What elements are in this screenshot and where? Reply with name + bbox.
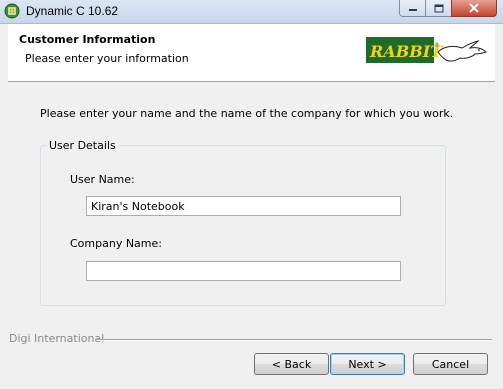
close-button[interactable] xyxy=(451,0,497,17)
user-name-field[interactable] xyxy=(86,196,401,216)
page-title: Customer Information xyxy=(19,33,156,46)
company-name-label: Company Name: xyxy=(70,237,162,250)
user-name-label: User Name: xyxy=(70,173,135,186)
company-name-field[interactable] xyxy=(86,261,401,281)
cancel-button[interactable]: Cancel xyxy=(413,353,488,375)
wizard-header: Customer Information Please enter your i… xyxy=(8,24,495,82)
window-title: Dynamic C 10.62 xyxy=(26,4,119,18)
next-button[interactable]: Next > xyxy=(330,353,405,375)
svg-text:®: ® xyxy=(434,42,440,49)
footer-divider xyxy=(97,339,492,341)
intro-text: Please enter your name and the name of t… xyxy=(40,107,454,120)
minimize-icon xyxy=(408,9,417,11)
page-subtitle: Please enter your information xyxy=(25,52,189,65)
svg-text:RABBIT: RABBIT xyxy=(369,42,443,61)
group-label: User Details xyxy=(46,139,119,152)
minimize-button[interactable] xyxy=(399,0,426,17)
maximize-button[interactable] xyxy=(425,0,452,17)
maximize-icon xyxy=(434,4,443,12)
brand-label: Digi International xyxy=(9,332,105,345)
installer-window: Dynamic C 10.62 Customer Information Ple… xyxy=(0,0,503,389)
title-bar[interactable]: Dynamic C 10.62 xyxy=(0,0,503,24)
rabbit-logo: RABBIT ® xyxy=(366,36,490,66)
user-details-group xyxy=(40,145,446,306)
back-button[interactable]: < Back xyxy=(254,353,329,375)
close-icon xyxy=(469,3,479,13)
dynamic-c-app-icon xyxy=(4,3,20,19)
